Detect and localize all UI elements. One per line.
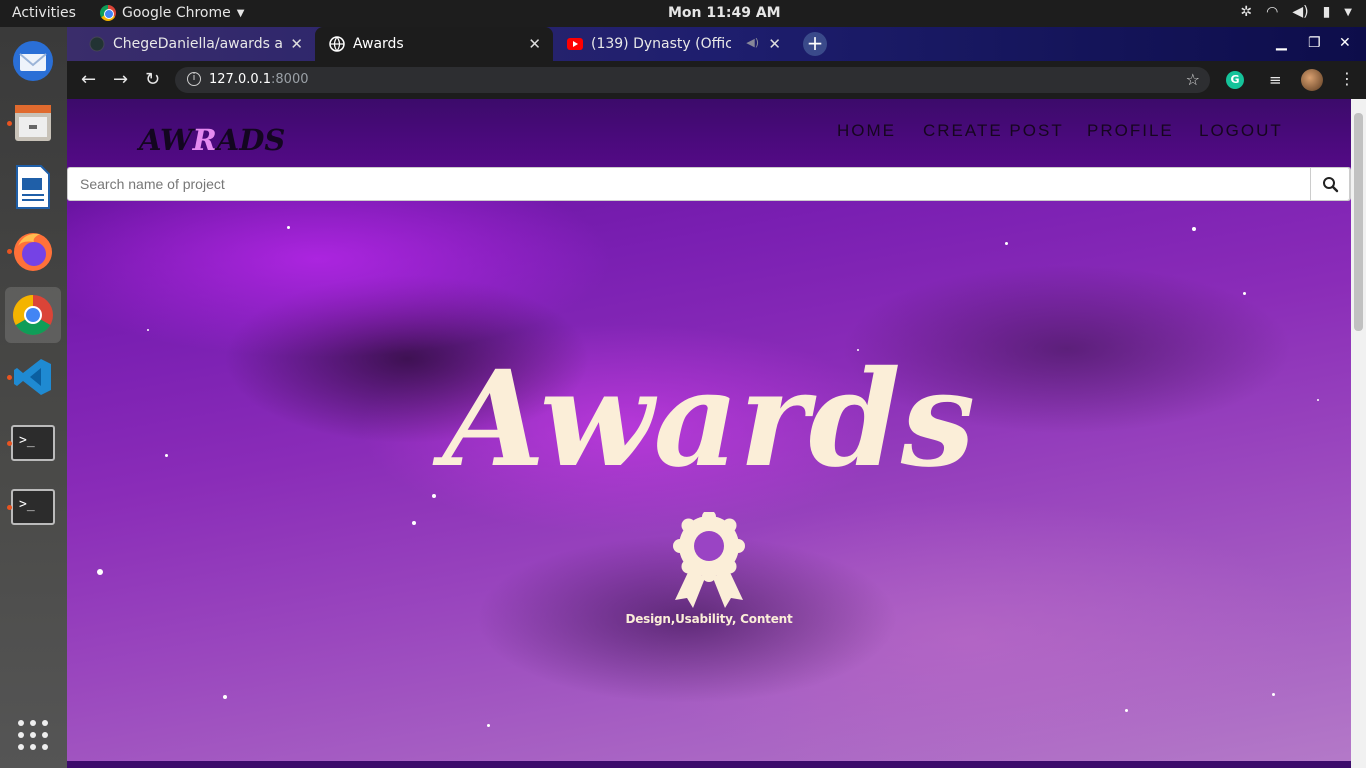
scrollbar-thumb[interactable] [1354,113,1363,331]
globe-icon [329,36,345,52]
youtube-icon [567,38,583,50]
url-host: 127.0.0.1 [209,72,272,87]
app-name: Google Chrome [122,5,231,21]
site-logo[interactable]: AWRADS [139,123,285,157]
info-icon[interactable]: i [187,72,201,86]
search-button[interactable] [1310,167,1350,201]
media-control-icon[interactable]: ≡ [1269,71,1282,89]
avatar[interactable] [1301,69,1323,91]
wifi-icon: ◠ [1266,4,1279,20]
logo-part: ADS [216,123,286,157]
dock-libreoffice-impress[interactable] [5,159,61,215]
nav-logout[interactable]: LOGOUT [1199,121,1283,141]
slack-icon[interactable]: ✲ [1240,4,1252,20]
browser-window: ChegeDaniella/awards at ✕ Awards ✕ (139)… [67,27,1366,768]
github-icon [89,36,105,52]
nav-create-post[interactable]: CREATE POST [923,121,1064,141]
chevron-down-icon: ▼ [1344,6,1352,18]
grammarly-icon[interactable]: G [1226,71,1244,89]
speaker-icon[interactable]: ◀) [746,36,759,49]
app-menu[interactable]: Google Chrome ▼ [100,5,244,21]
file-cabinet-icon [15,105,51,141]
tab-strip: ChegeDaniella/awards at ✕ Awards ✕ (139)… [67,27,1366,61]
back-button[interactable]: ← [81,69,96,90]
activities-button[interactable]: Activities [12,5,76,21]
site-navbar: AWRADS HOME CREATE POST PROFILE LOGOUT [67,99,1351,167]
logo-part: AW [139,123,193,157]
dock-files[interactable] [5,95,61,151]
terminal-icon: >_ [11,425,55,461]
url-port: :8000 [271,72,309,87]
dock-terminal-1[interactable]: >_ [5,415,61,471]
volume-icon: ◀) [1292,4,1309,20]
terminal-icon: >_ [11,489,55,525]
system-tray[interactable]: ✲ ◠ ◀) ▮ ▼ [1240,4,1352,20]
dock-firefox[interactable] [5,223,61,279]
close-icon[interactable]: ✕ [528,35,541,53]
tab-title: (139) Dynasty (Official [591,36,731,52]
more-menu-icon[interactable]: ⋮ [1339,69,1355,88]
chrome-icon [13,295,53,335]
new-tab-button[interactable]: + [803,32,827,56]
chrome-icon [100,5,116,21]
restore-button[interactable]: ❐ [1308,35,1321,51]
close-icon[interactable]: ✕ [768,35,781,53]
tab-title: Awards [353,36,404,52]
search-bar [67,167,1351,201]
chevron-down-icon: ▼ [236,7,245,19]
page-bottom-edge [67,761,1351,768]
battery-icon: ▮ [1322,4,1331,20]
document-icon [16,165,50,209]
vscode-icon [14,359,51,395]
close-window-button[interactable]: ✕ [1339,35,1351,51]
address-bar[interactable]: i 127.0.0.1:8000 ☆ [175,67,1210,93]
search-input[interactable] [68,168,1310,200]
show-applications-button[interactable] [5,707,61,763]
firefox-icon [14,233,52,271]
minimize-button[interactable]: ▁ [1276,35,1287,51]
clock[interactable]: Mon 11:49 AM [668,5,781,21]
thunderbird-icon [13,41,53,81]
nav-home[interactable]: HOME [837,121,896,141]
forward-button[interactable]: → [113,69,128,90]
dock: >_ >_ [0,27,67,768]
nav-profile[interactable]: PROFILE [1087,121,1174,141]
hero-tagline: Design,Usability, Content [625,612,793,626]
close-icon[interactable]: ✕ [290,35,303,53]
tab-awards[interactable]: Awards ✕ [315,27,553,61]
page-scrollbar[interactable] [1351,99,1366,768]
dock-chrome[interactable] [5,287,61,343]
award-ribbon-icon [673,512,745,608]
logo-accent: R [192,123,217,157]
tab-github[interactable]: ChegeDaniella/awards at ✕ [75,27,315,61]
bookmark-star-icon[interactable]: ☆ [1186,70,1200,89]
search-icon [1323,177,1339,193]
system-top-bar: Activities Google Chrome ▼ Mon 11:49 AM … [0,0,1366,27]
hero-title: Awards [442,342,976,497]
dock-thunderbird[interactable] [5,33,61,89]
browser-toolbar: ← → ↻ i 127.0.0.1:8000 ☆ G ≡ ⋮ [67,61,1366,99]
app-grid-icon [18,720,48,750]
dock-terminal-2[interactable]: >_ [5,479,61,535]
reload-button[interactable]: ↻ [145,69,160,90]
dock-vscode[interactable] [5,349,61,405]
page-viewport: AWRADS HOME CREATE POST PROFILE LOGOUT A… [67,99,1351,768]
tab-youtube[interactable]: (139) Dynasty (Official ◀) ✕ [553,27,793,61]
tab-title: ChegeDaniella/awards at [113,36,283,52]
